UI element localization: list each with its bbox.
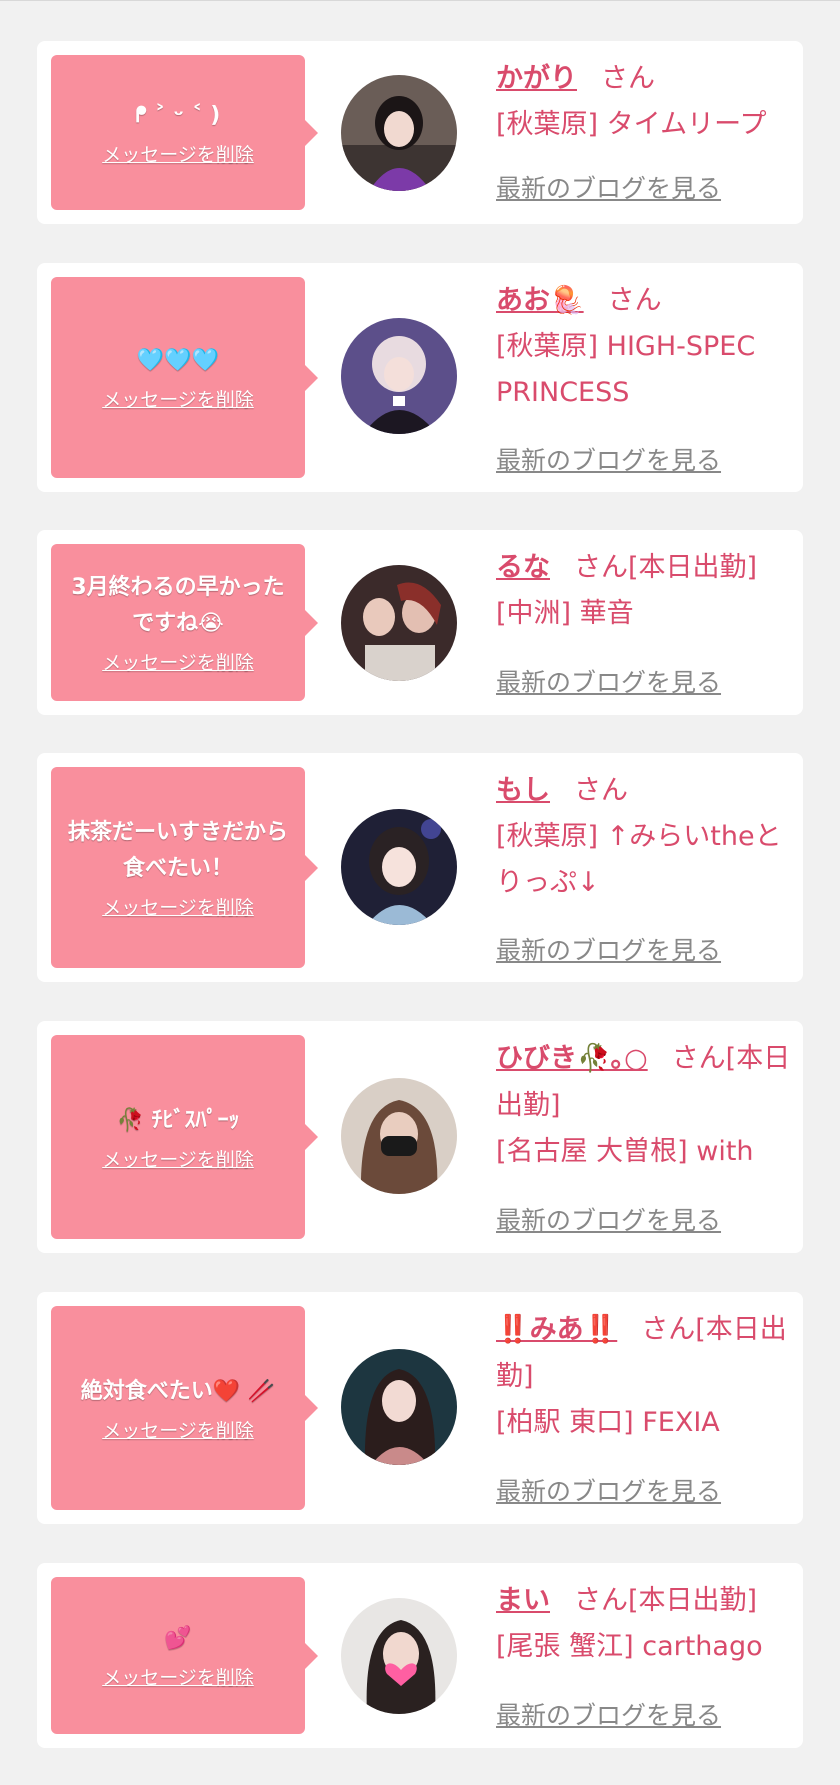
list-item: 3月終わるの早かったですね😭 メッセージを削除 るな さん[本日出勤] [中洲] …: [37, 530, 803, 715]
delete-message-link[interactable]: メッセージを削除: [102, 1663, 254, 1690]
message-text: 🩵🩵🩵: [136, 348, 220, 373]
shop-name: [秋葉原] ↑みらいtheとりっぷ↓: [496, 821, 782, 898]
shop-name: [秋葉原] HIGH-SPEC PRINCESS: [496, 331, 756, 408]
name-suffix: さん: [607, 285, 662, 316]
avatar[interactable]: [341, 1078, 457, 1194]
message-bubble: ᖰ ˃ ᵕ ˂ ) メッセージを削除: [51, 55, 318, 210]
message-text: 3月終わるの早かったですね😭: [71, 575, 285, 636]
delete-message-link[interactable]: メッセージを削除: [102, 1416, 254, 1443]
shop-name: [秋葉原] タイムリープ: [496, 109, 767, 140]
list-item: ᖰ ˃ ᵕ ˂ ) メッセージを削除 かがり さん [秋葉原] タイムリープ 最新…: [37, 41, 803, 224]
message-bubble: 3月終わるの早かったですね😭 メッセージを削除: [51, 544, 318, 701]
shop-name: [中洲] 華音: [496, 598, 634, 629]
avatar[interactable]: [341, 318, 457, 434]
blog-link[interactable]: 最新のブログを見る: [496, 1201, 721, 1237]
shop-name: [名古屋 大曽根] with: [496, 1136, 754, 1167]
list-item: 絶対食べたい❤️ 🥢 メッセージを削除 ‼️みあ‼️ さん[本日出勤] [柏駅 東…: [37, 1292, 803, 1524]
name-suffix: さん[本日出勤]: [574, 1585, 758, 1616]
message-text: 💕: [164, 1626, 192, 1651]
cast-name-link[interactable]: ひびき🥀｡○: [496, 1043, 648, 1074]
shop-name: [尾張 蟹江] carthago: [496, 1631, 763, 1662]
list-item: 抹茶だーいすきだから食べたい！ メッセージを削除 もし さん [秋葉原] ↑みらい…: [37, 753, 803, 982]
name-suffix: さん: [574, 775, 628, 806]
delete-message-link[interactable]: メッセージを削除: [102, 1145, 254, 1172]
name-suffix: さん: [601, 63, 655, 94]
message-text: 抹茶だーいすきだから食べたい！: [67, 820, 288, 881]
message-bubble: 🩵🩵🩵 メッセージを削除: [51, 277, 318, 478]
delete-message-link[interactable]: メッセージを削除: [102, 648, 254, 675]
cast-name-link[interactable]: るな: [496, 552, 550, 583]
delete-message-link[interactable]: メッセージを削除: [102, 140, 254, 167]
blog-link[interactable]: 最新のブログを見る: [496, 931, 721, 967]
blog-link[interactable]: 最新のブログを見る: [496, 663, 721, 699]
blog-link[interactable]: 最新のブログを見る: [496, 441, 721, 477]
message-bubble: 抹茶だーいすきだから食べたい！ メッセージを削除: [51, 767, 318, 968]
message-bubble: 🥀 ﾁﾋﾞｽﾊﾟｰｯ メッセージを削除: [51, 1035, 318, 1239]
list-item: 🥀 ﾁﾋﾞｽﾊﾟｰｯ メッセージを削除 ひびき🥀｡○ さん[本日出勤] [名古屋 …: [37, 1021, 803, 1253]
cast-name-link[interactable]: ‼️みあ‼️: [496, 1314, 617, 1345]
avatar[interactable]: [341, 809, 457, 925]
delete-message-link[interactable]: メッセージを削除: [102, 893, 254, 920]
message-bubble: 絶対食べたい❤️ 🥢 メッセージを削除: [51, 1306, 318, 1510]
list-item: 💕 メッセージを削除 まい さん[本日出勤] [尾張 蟹江] carthago 最…: [37, 1563, 803, 1748]
avatar[interactable]: [341, 1598, 457, 1714]
avatar[interactable]: [341, 565, 457, 681]
name-suffix: さん[本日出勤]: [574, 552, 758, 583]
message-text: 絶対食べたい❤️ 🥢: [80, 1378, 276, 1404]
avatar[interactable]: [341, 1349, 457, 1465]
message-text: 🥀 ﾁﾋﾞｽﾊﾟｰｯ: [116, 1107, 240, 1133]
delete-message-link[interactable]: メッセージを削除: [102, 385, 254, 412]
blog-link[interactable]: 最新のブログを見る: [496, 1472, 721, 1508]
shop-name: [柏駅 東口] FEXIA: [496, 1407, 720, 1438]
list-item: 🩵🩵🩵 メッセージを削除 あお🪼 さん [秋葉原] HIGH-SPEC PRINC…: [37, 263, 803, 492]
cast-name-link[interactable]: もし: [496, 775, 550, 806]
cast-name-link[interactable]: まい: [496, 1585, 550, 1616]
top-divider: [0, 0, 840, 1]
cast-name-link[interactable]: あお🪼: [496, 285, 584, 316]
message-text: ᖰ ˃ ᵕ ˂ ): [135, 103, 221, 128]
cast-name-link[interactable]: かがり: [496, 63, 577, 94]
message-bubble: 💕 メッセージを削除: [51, 1577, 318, 1734]
blog-link[interactable]: 最新のブログを見る: [496, 1696, 721, 1732]
blog-link[interactable]: 最新のブログを見る: [496, 169, 721, 205]
avatar[interactable]: [341, 75, 457, 191]
